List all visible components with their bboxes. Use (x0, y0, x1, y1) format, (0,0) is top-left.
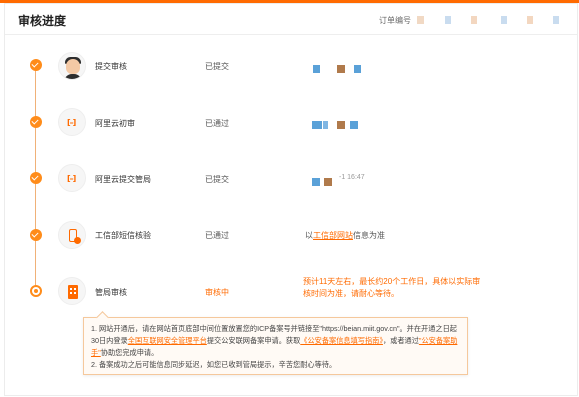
verification-note: 以工信部网站信息为准 (305, 231, 385, 240)
redacted-order-number (553, 16, 559, 24)
step-name: 阿里云初审 (95, 119, 135, 128)
redacted-order-number (417, 16, 424, 24)
redacted-timestamp (337, 65, 345, 73)
order-number-label: 订单编号 (379, 16, 411, 25)
redacted-timestamp (312, 121, 322, 129)
redacted-timestamp (324, 178, 332, 186)
redacted-timestamp (323, 121, 328, 129)
government-building-icon (58, 277, 86, 305)
estimated-time-note: 预计11天左右，最长约20个工作日，具体以实际审核时间为准，请耐心等待。 (303, 277, 481, 298)
submit-time: -1 16:47 (339, 174, 365, 181)
step-done-indicator (30, 116, 42, 128)
redacted-timestamp (312, 178, 320, 186)
police-filing-guide-link[interactable]: 《公安备案信息填写指南》 (300, 336, 383, 345)
card-header: 审核进度 订单编号 (5, 4, 577, 35)
page-title: 审核进度 (18, 14, 67, 28)
user-avatar-icon (58, 52, 86, 80)
redacted-timestamp (354, 65, 361, 73)
post-approval-tip-box: 1. 网站开通后，请在网站首页底部中间位置放置您的ICP备案号并链接至"http… (83, 311, 468, 375)
step-name: 阿里云提交管局 (95, 175, 151, 184)
step-status: 已通过 (205, 119, 229, 128)
step-done-indicator (30, 59, 42, 71)
redacted-order-number (501, 16, 507, 24)
step-done-indicator (30, 172, 42, 184)
aliyun-logo-icon: [–] (58, 164, 86, 192)
step-name: 管局审核 (95, 288, 127, 297)
redacted-order-number (471, 16, 477, 24)
redacted-timestamp (313, 65, 320, 73)
redacted-order-number (445, 16, 451, 24)
step-status: 已通过 (205, 231, 229, 240)
aliyun-logo-icon: [–] (58, 108, 86, 136)
redacted-timestamp (350, 121, 358, 129)
step-status: 已提交 (205, 62, 229, 71)
redacted-timestamp (337, 121, 345, 129)
phone-verify-icon (58, 221, 86, 249)
miit-website-link[interactable]: 工信部网站 (313, 231, 353, 240)
step-name: 工信部短信核验 (95, 231, 151, 240)
redacted-order-number (527, 16, 533, 24)
step-done-indicator (30, 229, 42, 241)
step-status: 已提交 (205, 175, 229, 184)
step-current-indicator (30, 285, 42, 297)
tip-text: 1. 网站开通后，请在网站首页底部中间位置放置您的ICP备案号并链接至"http… (91, 324, 458, 369)
step-status-reviewing: 审核中 (205, 288, 229, 297)
security-platform-link[interactable]: 全国互联网安全管理平台 (128, 336, 207, 345)
step-name: 提交审核 (95, 62, 127, 71)
